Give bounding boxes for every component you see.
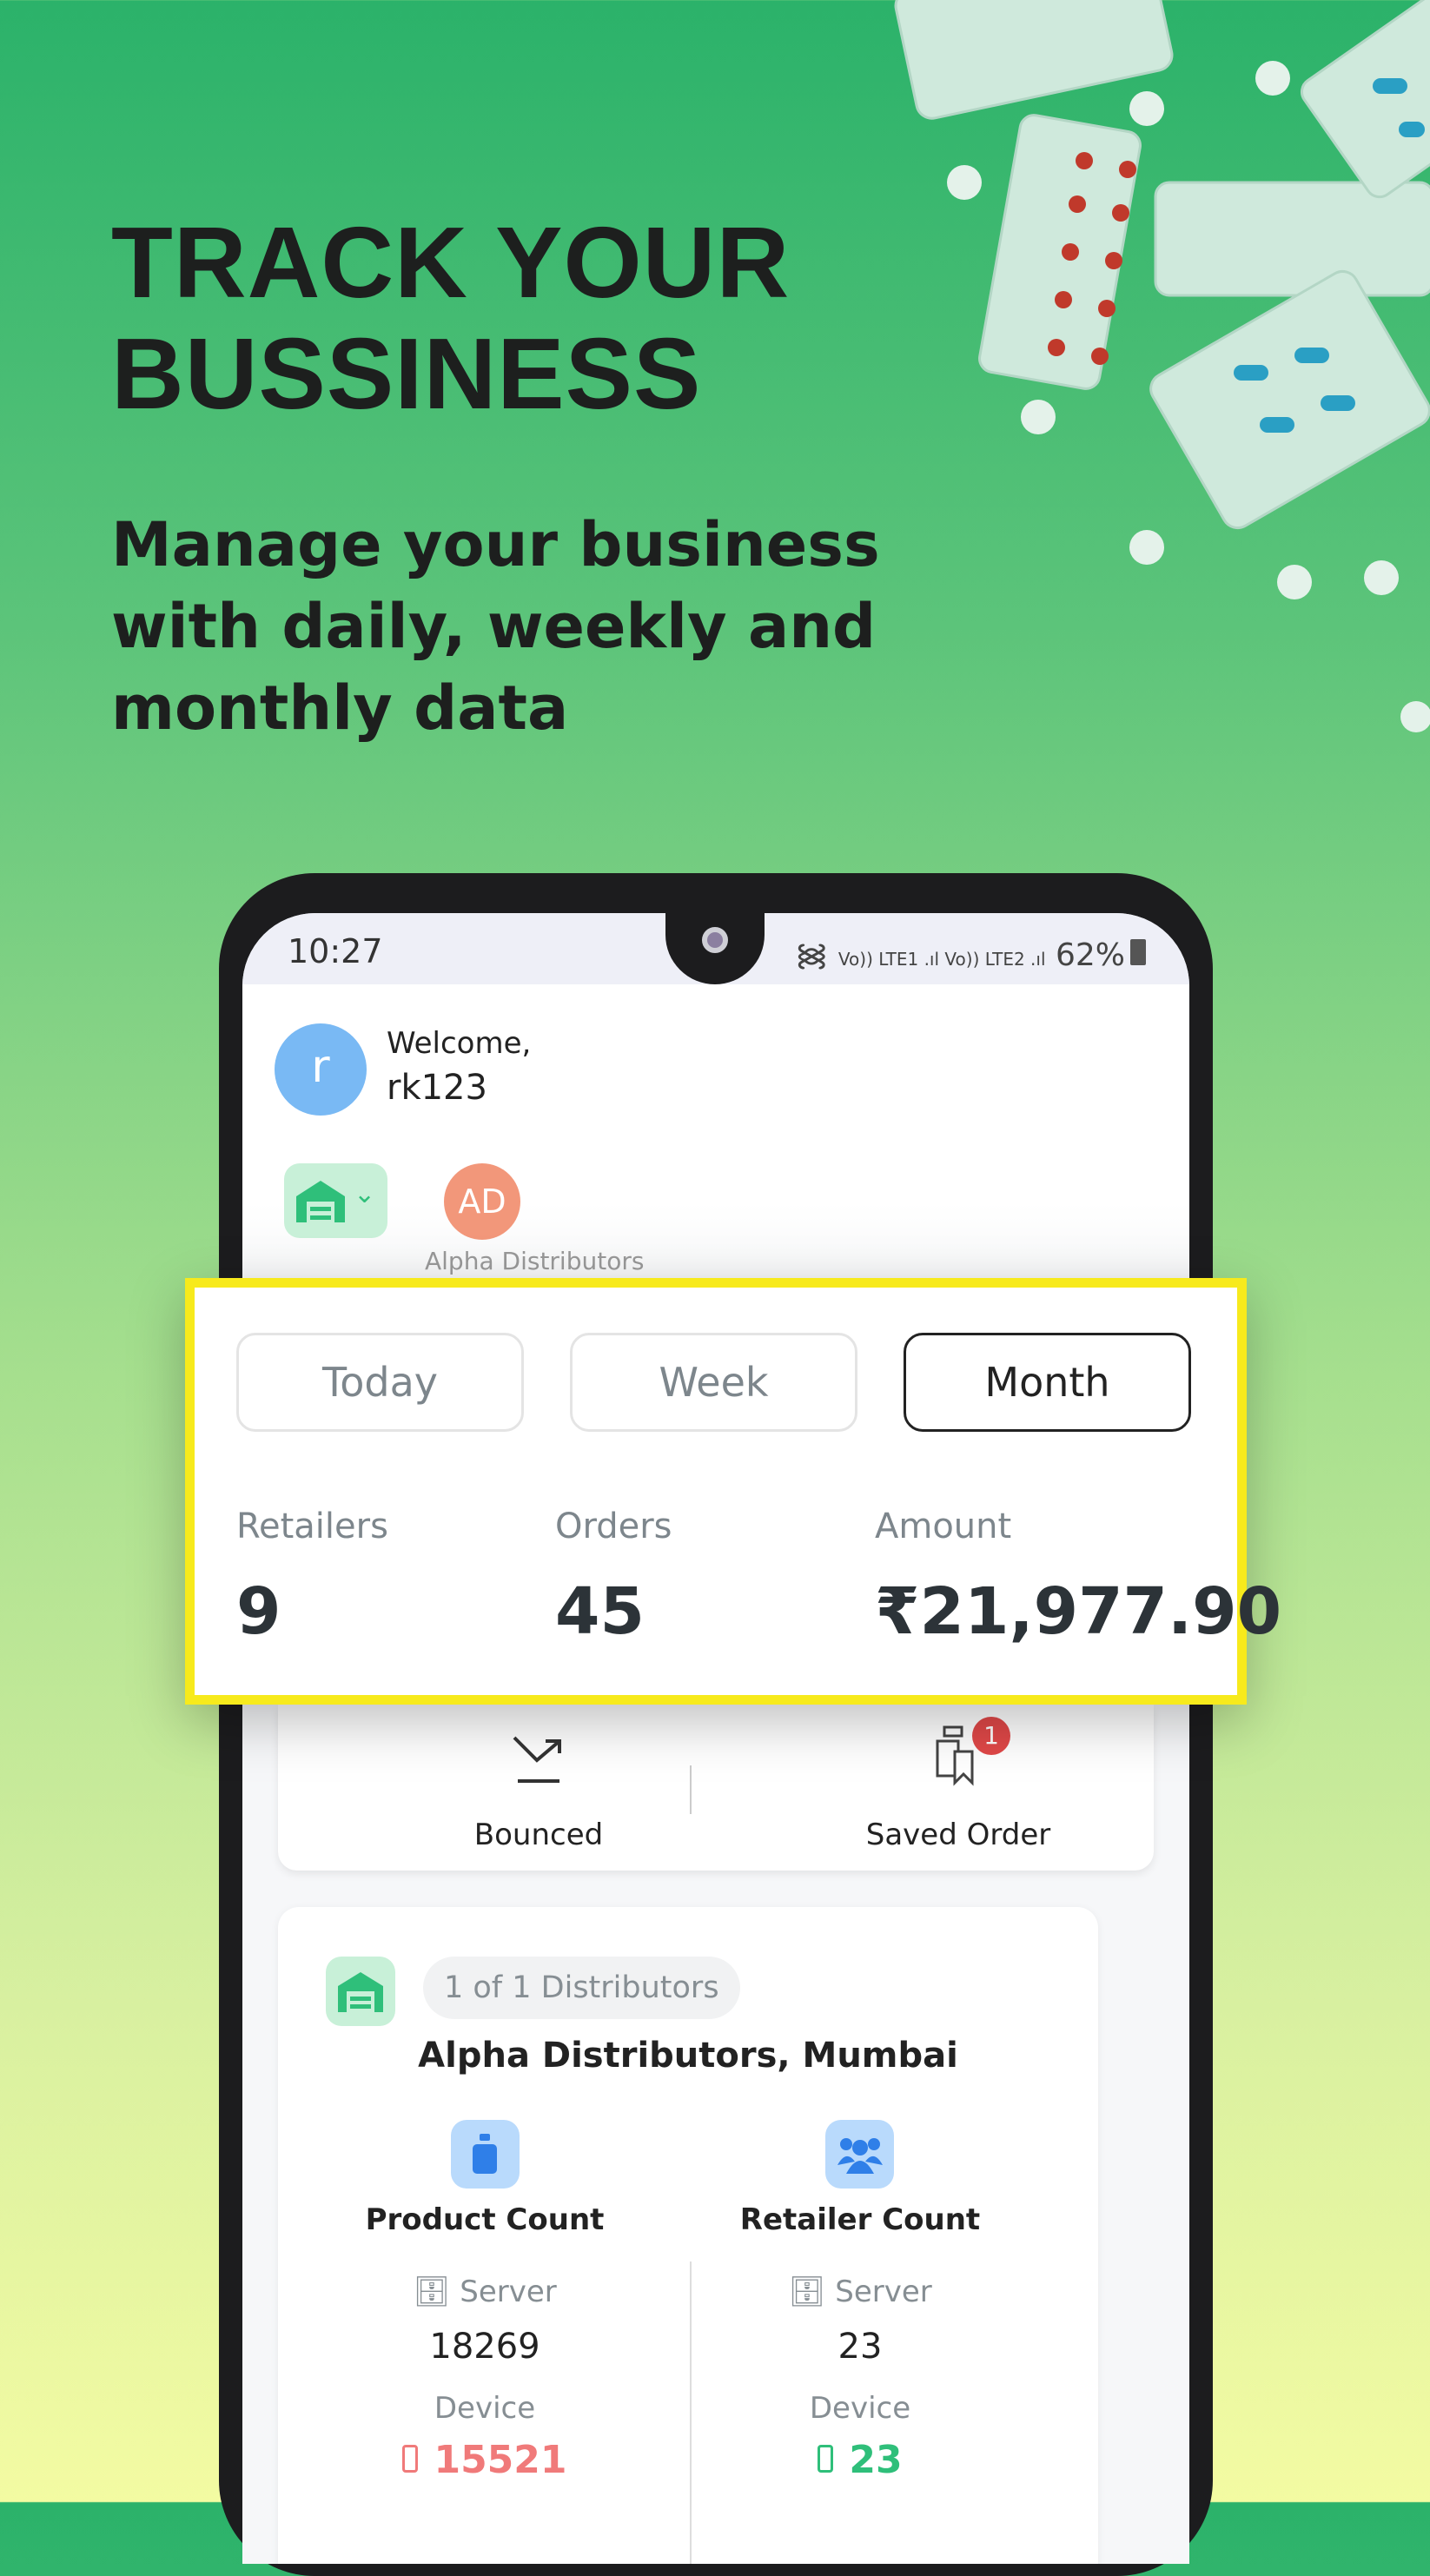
battery-icon	[1130, 939, 1146, 965]
phone-screen: 10:27 ᯼ Vo)) LTE1 .ıl Vo)) LTE2 .ıl 62% …	[242, 913, 1189, 2564]
bounced-button[interactable]: Bounced	[408, 1705, 669, 1871]
saved-order-button[interactable]: 1 Saved Order	[828, 1705, 1089, 1871]
product-count-title: Product Count	[365, 2202, 605, 2237]
retailer-count-section: Retailer Count 🗄 Server 23 Device 23	[692, 2120, 1098, 2564]
signal-icon: Vo)) LTE1 .ıl Vo)) LTE2 .ıl	[837, 949, 1046, 970]
retailers-label: Retailers	[236, 1507, 388, 1546]
server-label: Server	[460, 2275, 557, 2309]
battery-level: 62%	[1055, 937, 1125, 973]
distributor-avatar[interactable]: AD	[444, 1163, 520, 1240]
username: rk123	[387, 1068, 487, 1108]
bounced-label: Bounced	[473, 1818, 604, 1852]
amount-label: Amount	[875, 1507, 1012, 1546]
bounced-icon	[513, 1736, 561, 1783]
retailer-server-label: 🗄 Server	[692, 2275, 1029, 2309]
device-value: 23	[849, 2438, 903, 2482]
retailer-icon-box	[825, 2120, 894, 2189]
server-icon: 🗄	[788, 2275, 836, 2309]
users-group-icon	[837, 2138, 883, 2174]
wifi-icon: ᯼	[794, 937, 838, 973]
distributor-card: 1 of 1 Distributors Alpha Distributors, …	[278, 1907, 1098, 2564]
divider	[690, 1765, 692, 1814]
warehouse-selector[interactable]: ⌄	[284, 1163, 387, 1238]
product-device-label: Device	[434, 2391, 536, 2426]
hero-title-line: BUSSINESS	[111, 317, 702, 430]
hero-title: TRACK YOUR BUSSINESS	[111, 207, 790, 429]
hero-subtitle: Manage your business with daily, weekly a…	[111, 504, 880, 749]
orders-label: Orders	[555, 1507, 672, 1546]
retailer-count-title: Retailer Count	[739, 2202, 981, 2237]
server-label: Server	[835, 2275, 932, 2309]
hero-subtitle-line: monthly data	[111, 672, 569, 744]
warehouse-icon	[338, 1972, 383, 2012]
product-count-section: Product Count 🗄 Server 18269 Device 1552…	[278, 2120, 692, 2564]
hero-title-line: TRACK YOUR	[111, 206, 791, 319]
medicine-bottle-icon	[473, 2134, 497, 2174]
phone-icon	[818, 2445, 834, 2473]
retailer-server-value: 23	[837, 2327, 883, 2367]
retailers-value: 9	[236, 1574, 281, 1649]
avatar[interactable]: r	[275, 1023, 367, 1116]
hero-subtitle-line: with daily, weekly and	[111, 591, 877, 662]
period-summary-card: Today Week Month Retailers Orders Amount…	[185, 1278, 1281, 1705]
warehouse-icon	[296, 1181, 345, 1222]
distributor-chip-label: Alpha Distributors	[425, 1247, 645, 1275]
status-icons: ᯼ Vo)) LTE1 .ıl Vo)) LTE2 .ıl 62%	[795, 932, 1146, 975]
warehouse-badge	[326, 1957, 395, 2026]
product-server-value: 18269	[429, 2327, 540, 2367]
retailer-device-label: Device	[809, 2391, 911, 2426]
welcome-label: Welcome,	[387, 1026, 532, 1061]
tab-week[interactable]: Week	[570, 1333, 857, 1432]
saved-order-label: Saved Order	[865, 1818, 1051, 1852]
quick-actions-card: Bounced 1 Saved Order	[278, 1705, 1154, 1871]
status-time: 10:27	[288, 932, 383, 970]
amount-value: ₹21,977.90	[875, 1574, 1282, 1649]
tab-today[interactable]: Today	[236, 1333, 524, 1432]
retailer-device-value: 23	[692, 2438, 1029, 2482]
distributor-counter: 1 of 1 Distributors	[423, 1957, 740, 2019]
product-icon-box	[451, 2120, 520, 2189]
tab-month[interactable]: Month	[904, 1333, 1191, 1432]
medicine-pills-decoration	[894, 0, 1430, 732]
camera-icon	[702, 927, 728, 953]
chevron-down-icon: ⌄	[354, 1179, 376, 1209]
product-server-label: 🗄 Server	[278, 2275, 692, 2309]
hero-subtitle-line: Manage your business	[111, 509, 880, 580]
orders-value: 45	[555, 1574, 645, 1649]
device-value: 15521	[434, 2438, 567, 2482]
server-icon: 🗄	[413, 2275, 460, 2309]
distributor-name: Alpha Distributors, Mumbai	[418, 2036, 958, 2076]
phone-icon	[402, 2445, 419, 2473]
saved-order-badge: 1	[972, 1717, 1010, 1755]
product-device-value: 15521	[278, 2438, 692, 2482]
